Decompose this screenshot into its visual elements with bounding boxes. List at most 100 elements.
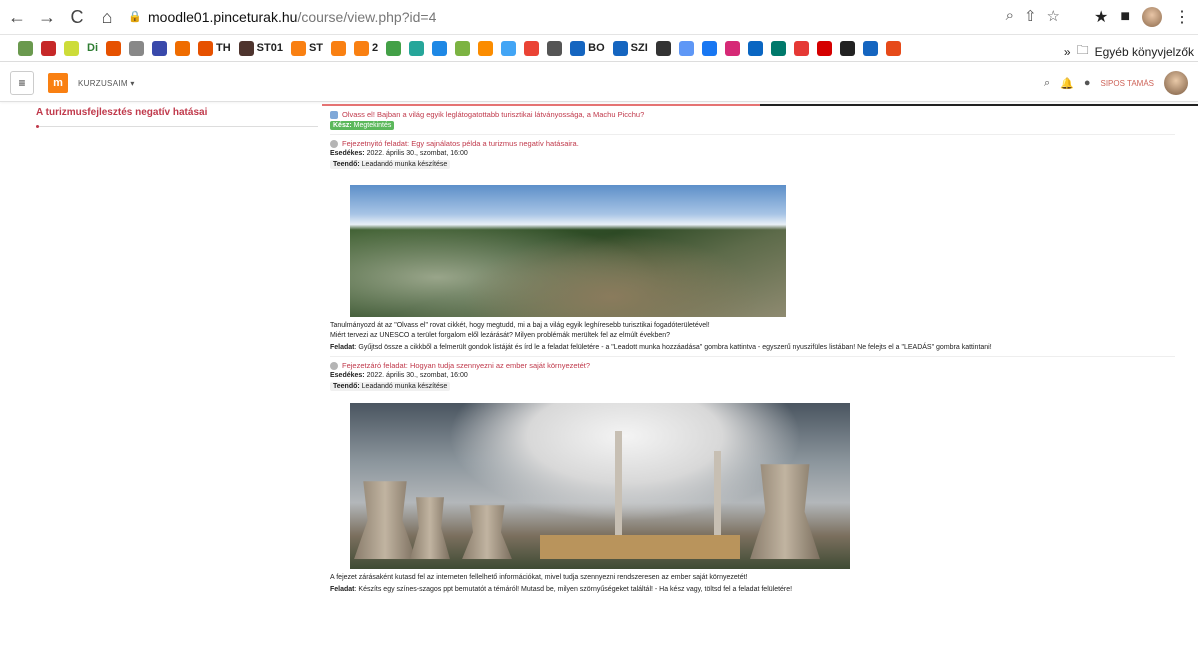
bookmark-label: TH xyxy=(216,42,231,54)
lock-icon: 🔒 xyxy=(128,11,142,23)
address-bar[interactable]: 🔒 moodle01.pinceturak.hu/course/view.php… xyxy=(120,5,1070,29)
page-icon xyxy=(330,110,338,119)
menu-icon[interactable]: ⋮ xyxy=(1174,7,1190,27)
task-line: Feladat: Készíts egy színes-szagos ppt b… xyxy=(330,585,1190,594)
bookmark-label: BO xyxy=(588,42,605,54)
bookmark-item[interactable] xyxy=(747,40,763,56)
activity-title[interactable]: Fejezetnyitó feladat: Egy sajnálatos pél… xyxy=(342,139,579,148)
todo-value: Leadandó munka készítése xyxy=(361,383,448,391)
todo-value: Leadandó munka készítése xyxy=(361,161,448,168)
bookmarks-folder-label: Egyéb könyvjelzők xyxy=(1094,44,1194,59)
courses-menu[interactable]: KURZUSAIM ▾ xyxy=(78,79,135,88)
user-avatar[interactable] xyxy=(1164,71,1188,95)
todo-label: Teendő: xyxy=(333,383,360,391)
activity-link[interactable]: Olvass el! Bajban a világ egyik leglátog… xyxy=(330,110,1190,119)
description-line: Miért tervezi az UNESCO a terület forgal… xyxy=(330,332,671,340)
bookmark-item[interactable] xyxy=(724,40,740,56)
bookmark-item[interactable] xyxy=(862,40,878,56)
star-icon[interactable]: ☆ xyxy=(1047,7,1060,25)
bookmark-item[interactable] xyxy=(41,40,56,56)
bookmark-item[interactable]: Di xyxy=(87,42,98,54)
browser-toolbar: ← → C ⌂ 🔒 moodle01.pinceturak.hu/course/… xyxy=(0,0,1198,35)
bookmark-label: Di xyxy=(87,42,98,54)
bookmark-item[interactable] xyxy=(18,40,33,56)
moodle-logo[interactable]: m xyxy=(48,73,68,93)
cooling-tower xyxy=(750,464,820,560)
bookmark-item[interactable] xyxy=(524,40,540,56)
bookmark-item[interactable] xyxy=(432,40,448,56)
reload-icon[interactable]: C xyxy=(64,4,90,30)
bookmark-item[interactable] xyxy=(701,40,717,56)
task-line: Feladat: Gyűjtsd össze a cikkből a felme… xyxy=(330,343,1190,352)
back-icon[interactable]: ← xyxy=(4,4,30,30)
activity-link[interactable]: Fejezetnyitó feladat: Egy sajnálatos pél… xyxy=(330,139,1190,148)
activity-title[interactable]: Olvass el! Bajban a világ egyik leglátog… xyxy=(342,110,644,119)
completion-label: Kész: xyxy=(333,122,352,129)
home-icon[interactable]: ⌂ xyxy=(94,4,120,30)
bookmark-item[interactable] xyxy=(839,40,855,56)
sidepanel-icon[interactable]: ■ xyxy=(1120,8,1130,26)
bookmark-item[interactable] xyxy=(501,40,517,56)
bookmark-item[interactable] xyxy=(386,40,402,56)
assignment-icon xyxy=(330,139,338,148)
bookmark-item[interactable] xyxy=(816,40,832,56)
cooling-tower xyxy=(410,497,450,560)
due-value: 2022. április 30., szombat, 16:00 xyxy=(366,150,468,157)
bookmark-item[interactable] xyxy=(678,40,694,56)
divider xyxy=(330,134,1175,135)
course-content: Olvass el! Bajban a világ egyik leglátog… xyxy=(330,110,1190,594)
search-icon[interactable]: ⌕ xyxy=(1044,77,1050,90)
bookmarks-bar: Di TH ST01 ST 2 BO SZI » 🗀 Egyéb könyvje… xyxy=(0,35,1198,62)
cooling-tower xyxy=(354,481,416,560)
bookmark-item[interactable] xyxy=(655,40,671,56)
forward-icon[interactable]: → xyxy=(34,4,60,30)
cooling-tower xyxy=(462,505,512,560)
bookmark-item[interactable] xyxy=(64,40,79,56)
bookmark-item[interactable]: SZI xyxy=(612,40,648,56)
activity-link[interactable]: Fejezetzáró feladat: Hogyan tudja szenny… xyxy=(330,361,1190,370)
factory-building xyxy=(540,535,740,560)
moodle-navbar: ≡ m KURZUSAIM ▾ ⌕ 🔔 ● SIPOS TAMÁS xyxy=(0,65,1198,102)
bookmark-item[interactable] xyxy=(106,40,121,56)
profile-avatar[interactable] xyxy=(1142,7,1162,27)
sidebar-divider xyxy=(36,126,318,127)
bookmark-item[interactable] xyxy=(175,40,190,56)
activity-title[interactable]: Fejezetzáró feladat: Hogyan tudja szenny… xyxy=(342,361,590,370)
notification-bell-icon[interactable]: 🔔 xyxy=(1060,77,1074,90)
bookmark-item[interactable] xyxy=(331,40,347,56)
folder-icon: 🗀 xyxy=(1076,43,1089,57)
bookmark-item[interactable]: BO xyxy=(570,40,605,56)
zoom-icon[interactable]: ⌕ xyxy=(1006,7,1014,25)
todo-badge: Teendő: Leadandó munka készítése xyxy=(330,160,451,169)
share-icon[interactable]: ⇧ xyxy=(1024,7,1037,25)
bookmark-item[interactable] xyxy=(885,40,901,56)
todo-badge: Teendő: Leadandó munka készítése xyxy=(330,382,451,392)
todo-label: Teendő: xyxy=(333,161,360,168)
divider xyxy=(330,356,1175,358)
bookmarks-folder[interactable]: » 🗀 Egyéb könyvjelzők xyxy=(1064,41,1194,62)
url-path: /course/view.php?id=4 xyxy=(297,9,437,25)
task-label: Feladat xyxy=(330,344,355,352)
bookmark-item[interactable] xyxy=(547,40,563,56)
bookmark-item[interactable] xyxy=(793,40,809,56)
completion-badge: Kész: Megtekintés xyxy=(330,121,395,130)
bookmarks-more[interactable]: » xyxy=(1064,45,1071,59)
power-plant-image xyxy=(350,403,850,570)
bookmark-item[interactable] xyxy=(129,40,144,56)
bookmark-item[interactable] xyxy=(152,40,167,56)
messages-icon[interactable]: ● xyxy=(1084,77,1091,89)
bookmark-item[interactable] xyxy=(770,40,786,56)
bookmark-item[interactable]: ST01 xyxy=(238,40,283,56)
bookmark-label: 2 xyxy=(372,42,379,54)
user-name[interactable]: SIPOS TAMÁS xyxy=(1101,79,1155,88)
bookmark-item[interactable] xyxy=(455,40,471,56)
section-title[interactable]: A turizmusfejlesztés negatív hatásai xyxy=(36,107,207,118)
bookmark-item[interactable] xyxy=(478,40,494,56)
due-date: Esedékes: 2022. április 30., szombat, 16… xyxy=(330,372,1190,379)
bookmark-item[interactable]: ST xyxy=(290,40,323,56)
bookmark-item[interactable] xyxy=(409,40,425,56)
extensions-icon[interactable]: ★ xyxy=(1094,7,1108,27)
bookmark-item[interactable]: TH xyxy=(198,40,231,56)
bookmark-item[interactable]: 2 xyxy=(354,40,379,56)
hamburger-menu-icon[interactable]: ≡ xyxy=(10,71,34,95)
